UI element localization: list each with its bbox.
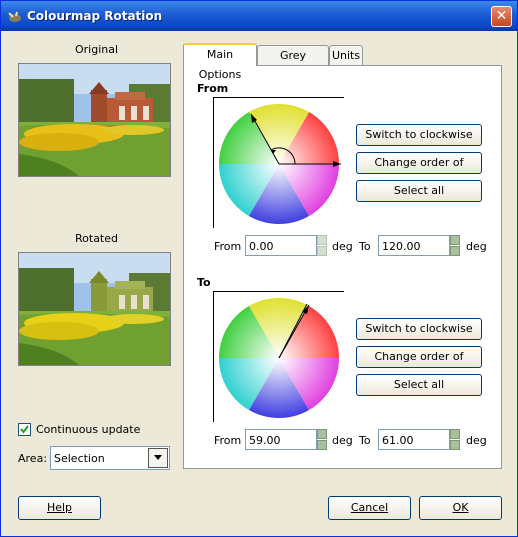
continuous-update-checkbox[interactable] [18,423,31,436]
from-from-spinner[interactable] [317,235,327,256]
chevron-down-icon[interactable] [148,448,168,468]
to-from-label: From [214,434,242,447]
tab-main-options[interactable]: Main Options [183,43,257,81]
continuous-update-label: Continuous update [36,423,141,436]
to-from-spinner[interactable] [317,429,327,450]
to-select-all-button[interactable]: Select all [356,374,482,396]
cancel-button[interactable]: Cancel [328,496,411,520]
to-from-field[interactable]: 59.00 [245,429,317,450]
colourmap-rotation-dialog: Colourmap Rotation ✕ Original Rotated Co… [0,0,518,537]
from-deg-label-2: deg [466,240,487,253]
tab-units[interactable]: Units [329,45,363,66]
close-button[interactable]: ✕ [491,6,512,27]
rotated-preview-image [18,252,171,366]
from-select-all-button[interactable]: Select all [356,180,482,202]
from-change-order-button[interactable]: Change order of arrows [356,152,482,189]
help-button[interactable]: Help [18,496,101,520]
to-to-spinner[interactable] [450,429,460,450]
to-change-order-button[interactable]: Change order of arrows [356,346,482,383]
from-from-field[interactable]: 0.00 [245,235,317,256]
area-select-value: Selection [54,452,105,465]
to-deg-label-1: deg [332,434,353,447]
ok-button[interactable]: OK [419,496,502,520]
from-colour-wheel[interactable] [213,97,344,228]
original-preview-image [18,63,171,177]
from-to-spinner[interactable] [450,235,460,256]
from-from-label: From [214,240,242,253]
from-switch-clockwise-button[interactable]: Switch to clockwise [356,124,482,146]
from-to-field[interactable]: 120.00 [378,235,450,256]
to-deg-label-2: deg [466,434,487,447]
to-section-title: To [197,276,211,289]
gimp-wilber-icon [8,11,21,22]
to-to-field[interactable]: 61.00 [378,429,450,450]
title-bar[interactable]: Colourmap Rotation ✕ [1,1,517,31]
from-deg-label-1: deg [332,240,353,253]
close-icon: ✕ [495,8,508,24]
rotated-label: Rotated [75,232,118,245]
to-to-label: To [359,434,371,447]
area-select[interactable]: Selection [50,446,170,470]
area-label: Area: [18,452,48,465]
from-to-label: To [359,240,371,253]
to-switch-clockwise-button[interactable]: Switch to clockwise [356,318,482,340]
to-colour-wheel[interactable] [213,291,344,422]
window-title: Colourmap Rotation [27,9,163,23]
checkmark-icon [20,425,29,434]
original-label: Original [75,43,119,56]
tab-grey-options[interactable]: Grey Options [257,45,329,82]
